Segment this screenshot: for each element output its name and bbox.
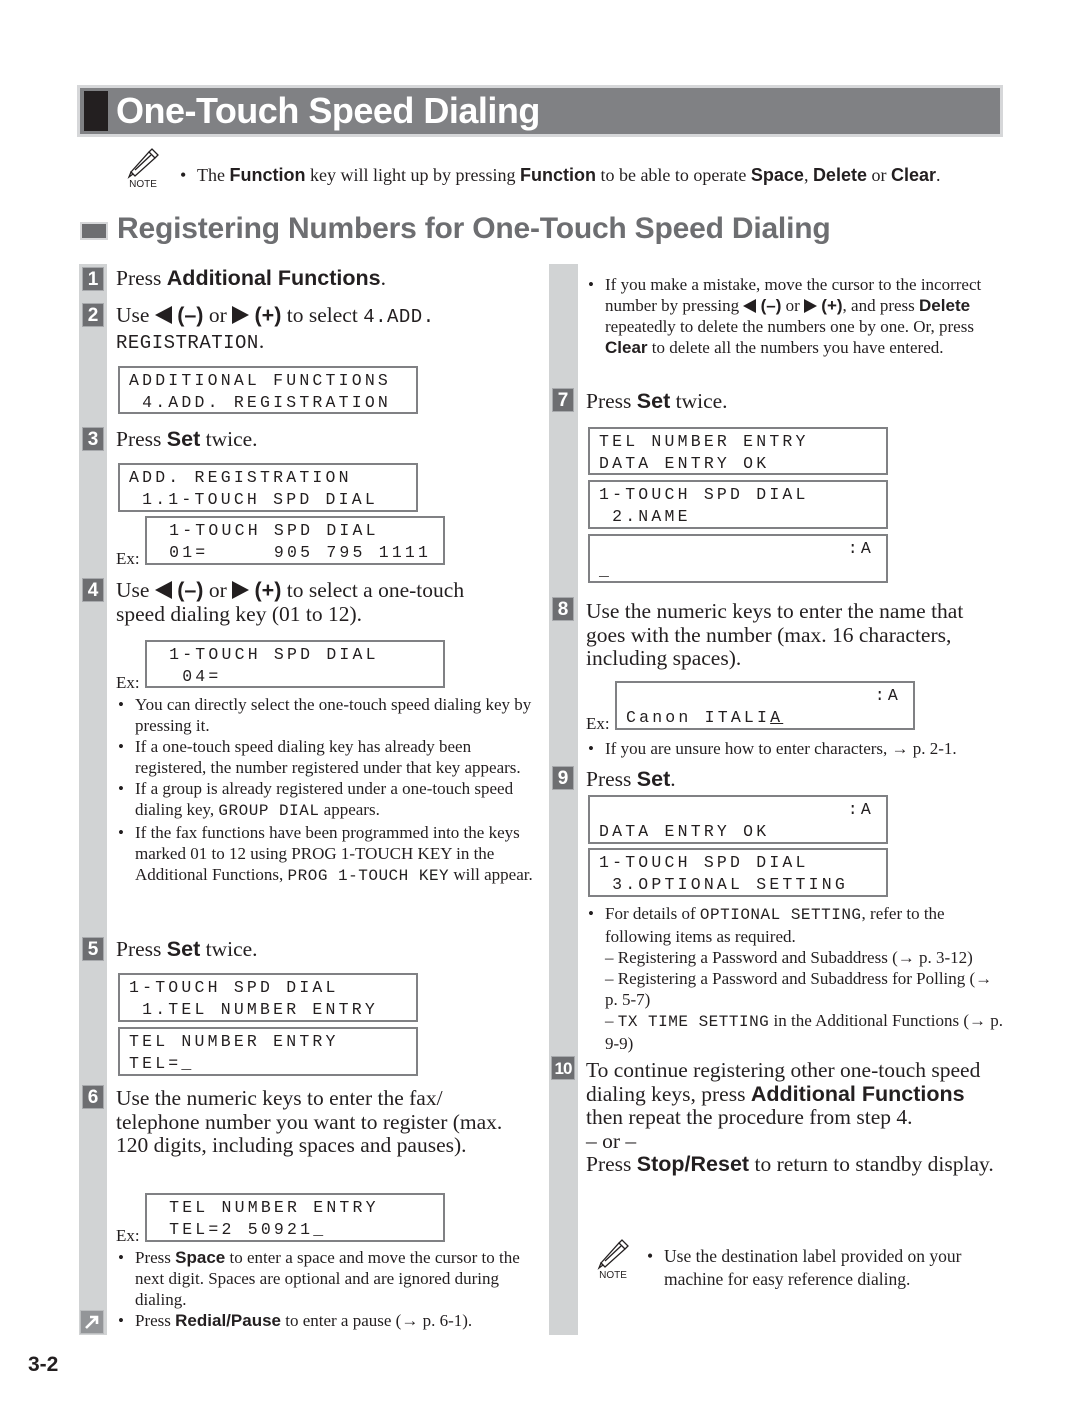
- step-number-1: 1: [82, 267, 104, 291]
- note-label: NOTE: [599, 1270, 627, 1281]
- left-arrow-icon: [154, 581, 172, 599]
- page-number: 3-2: [28, 1353, 59, 1376]
- step-4-text: Use (–) or (+) to select a one-touch spee…: [116, 578, 465, 626]
- top-note-text: The Function key will light up by pressi…: [178, 165, 941, 186]
- list-item: Press Space to enter a space and move th…: [116, 1247, 536, 1310]
- pencil-icon: [597, 1239, 629, 1270]
- step-number-10: 10: [551, 1056, 575, 1080]
- step-number-3: 3: [82, 427, 104, 451]
- list-item: For details of OPTIONAL SETTING, refer t…: [586, 903, 1006, 947]
- step-5-text: Press Set twice.: [116, 937, 258, 961]
- lcd-display: 1-TOUCH SPD DIAL 1.TEL NUMBER ENTRY: [118, 973, 418, 1022]
- step-8-text: Use the numeric keys to enter the name t…: [586, 599, 964, 670]
- lcd-example-display: TEL NUMBER ENTRY TEL=2 50921_: [145, 1193, 445, 1242]
- step-number-5: 5: [82, 937, 104, 961]
- list-item: If a group is already registered under a…: [116, 778, 536, 822]
- step-10-text: To continue registering other one-touch …: [586, 1058, 994, 1176]
- step-number-9: 9: [552, 766, 574, 790]
- lcd-display: :A _: [588, 534, 888, 583]
- step-9-notes: For details of OPTIONAL SETTING, refer t…: [586, 903, 1006, 1054]
- example-label: Ex:: [116, 673, 140, 692]
- lcd-example-display: 1-TOUCH SPD DIAL 04=: [145, 640, 445, 688]
- lcd-display: TEL NUMBER ENTRY DATA ENTRY OK: [588, 427, 888, 475]
- lcd-display: TEL NUMBER ENTRY TEL=_: [118, 1027, 418, 1076]
- step-6-notes-continued: If you make a mistake, move the cursor t…: [586, 274, 1006, 358]
- list-item: If the fax functions have been programme…: [116, 822, 536, 887]
- step-1-text: Press Additional Functions.: [116, 266, 386, 290]
- step-2-text: Use (–) or (+) to select 4.ADD. REGISTRAT…: [116, 303, 435, 354]
- lcd-display: ADD. REGISTRATION 1.1-TOUCH SPD DIAL: [118, 463, 418, 512]
- step-4-notes: You can directly select the one-touch sp…: [116, 694, 536, 887]
- list-item: Press Redial/Pause to enter a pause (→ p…: [116, 1310, 536, 1331]
- pencil-icon: [127, 148, 159, 179]
- example-label: Ex:: [116, 549, 140, 568]
- note-label: NOTE: [129, 179, 157, 190]
- list-subitem: – TX TIME SETTING in the Additional Func…: [605, 1011, 1004, 1053]
- step-8-notes: If you are unsure how to enter character…: [586, 738, 1006, 759]
- right-arrow-icon: [804, 299, 818, 313]
- step-9-text: Press Set.: [586, 767, 676, 791]
- list-item: If a one-touch speed dialing key has alr…: [116, 736, 536, 778]
- section-title: Registering Numbers for One-Touch Speed …: [117, 212, 831, 245]
- step-7-text: Press Set twice.: [586, 389, 728, 413]
- step-number-7: 7: [552, 388, 574, 412]
- step-number-8: 8: [552, 597, 574, 621]
- page-title: One-Touch Speed Dialing: [116, 90, 540, 131]
- list-item: If you are unsure how to enter character…: [586, 738, 1006, 759]
- right-arrow-icon: [232, 306, 250, 324]
- lcd-example-display: :A Canon ITALIA: [615, 681, 915, 730]
- list-subitem: – Registering a Password and Subaddress …: [605, 969, 993, 1009]
- list-subitem: – Registering a Password and Subaddress …: [605, 948, 973, 967]
- note-icon: NOTE: [123, 147, 163, 190]
- step-number-2: 2: [82, 303, 104, 327]
- left-arrow-icon: [154, 306, 172, 324]
- lcd-example-display: 1-TOUCH SPD DIAL 01= 905 795 1111: [145, 516, 445, 565]
- example-label: Ex:: [586, 714, 610, 733]
- step-rail-left: [79, 264, 107, 1335]
- step-6-notes: Press Space to enter a space and move th…: [116, 1247, 536, 1331]
- continue-arrow-icon: [80, 1310, 104, 1334]
- right-arrow-icon: [232, 581, 250, 599]
- lcd-display: ADDITIONAL FUNCTIONS 4.ADD. REGISTRATION: [118, 366, 418, 414]
- list-item: Use the destination label provided on yo…: [645, 1245, 1005, 1291]
- step-number-6: 6: [82, 1085, 104, 1109]
- step-6-text: Use the numeric keys to enter the fax/ t…: [116, 1086, 503, 1157]
- left-arrow-icon: [743, 299, 757, 313]
- step-10-note: Use the destination label provided on yo…: [645, 1245, 1005, 1291]
- note-icon: NOTE: [593, 1238, 633, 1281]
- step-3-text: Press Set twice.: [116, 427, 258, 451]
- lcd-display: 1-TOUCH SPD DIAL 2.NAME: [588, 480, 888, 529]
- example-label: Ex:: [116, 1226, 140, 1245]
- section-square-icon: [80, 222, 108, 240]
- lcd-display: :A DATA ENTRY OK: [588, 795, 888, 844]
- chapter-title-bar: One-Touch Speed Dialing: [77, 85, 1003, 137]
- step-number-4: 4: [82, 578, 104, 602]
- list-item: If you make a mistake, move the cursor t…: [586, 274, 1006, 358]
- title-block-marker: [84, 91, 108, 131]
- lcd-display: 1-TOUCH SPD DIAL 3.OPTIONAL SETTING: [588, 848, 888, 897]
- step-rail-right: [549, 264, 578, 1335]
- list-item: You can directly select the one-touch sp…: [116, 694, 536, 736]
